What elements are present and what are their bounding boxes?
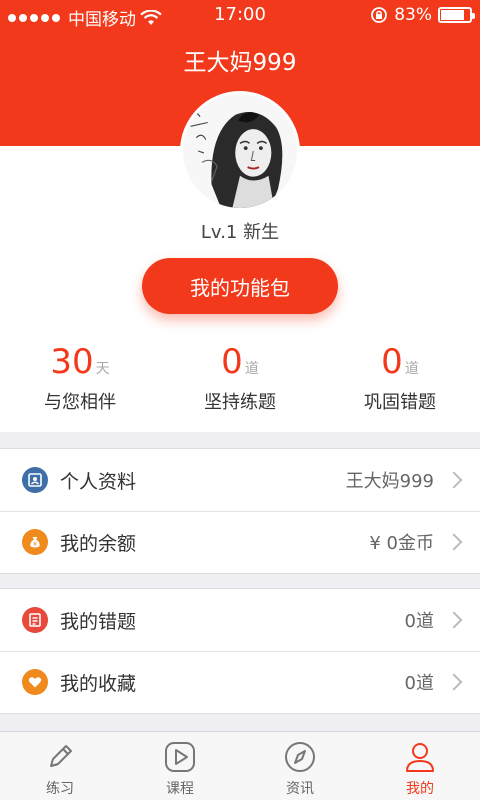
stat-unit: 道 — [404, 361, 419, 377]
menu-item-value: 王大妈999 — [345, 471, 434, 492]
menu-item-value: 0道 — [404, 611, 434, 632]
chevron-right-icon — [445, 673, 463, 691]
menu-item-value: 0道 — [404, 673, 434, 694]
battery-fill — [441, 10, 465, 20]
avatar-sketch-image — [183, 94, 297, 208]
tab-label: 课程 — [166, 781, 194, 797]
tab-label: 我的 — [406, 781, 434, 797]
wrong-question-icon — [22, 607, 48, 633]
tab-courses[interactable]: 课程 — [120, 732, 240, 800]
tab-label: 练习 — [46, 781, 74, 797]
menu-item-wrong-questions[interactable]: 我的错题 0道 — [0, 589, 480, 651]
chevron-right-icon — [445, 611, 463, 629]
person-icon — [406, 743, 434, 772]
stat-label: 巩固错题 — [364, 392, 436, 413]
stat-label: 坚持练题 — [204, 392, 276, 413]
menu-item-balance[interactable]: ¥ 我的余额 ¥ 0金币 — [0, 511, 480, 573]
stat-unit: 天 — [95, 361, 110, 377]
pencil-icon — [50, 745, 72, 767]
svg-text:¥: ¥ — [33, 541, 37, 548]
money-bag-icon: ¥ — [22, 529, 48, 555]
chevron-right-icon — [445, 533, 463, 551]
page-title: 王大妈999 — [183, 50, 297, 76]
rotation-lock-icon — [371, 7, 388, 23]
menu-item-label: 我的收藏 — [60, 672, 137, 695]
menu-item-favorites[interactable]: 我的收藏 0道 — [0, 651, 480, 713]
profile-card-icon — [22, 467, 48, 493]
stat-practice: 0道 坚持练题 — [160, 342, 320, 414]
stat-unit: 道 — [244, 361, 259, 377]
avatar[interactable] — [180, 91, 300, 211]
menu-item-label: 我的错题 — [60, 610, 137, 633]
chevron-right-icon — [445, 471, 463, 489]
tab-bar: 练习 课程 资讯 我的 — [0, 731, 480, 800]
stat-value: 30 — [50, 342, 94, 382]
tab-news[interactable]: 资讯 — [240, 732, 360, 800]
status-right: 83% — [370, 5, 475, 25]
menu-item-label: 我的余额 — [60, 532, 137, 555]
stat-value: 0 — [381, 342, 403, 382]
stat-days: 30 天 与您相伴 — [0, 342, 160, 414]
battery-icon — [438, 7, 475, 23]
play-icon — [165, 742, 195, 772]
status-bar: 中国移动 17:00 83% — [0, 0, 480, 30]
function-pack-button[interactable]: 我的功能包 — [142, 258, 338, 314]
level-label: Lv.1 新生 — [200, 222, 280, 243]
compass-icon — [285, 742, 315, 772]
tab-label: 资讯 — [286, 781, 314, 797]
stat-label: 与您相伴 — [44, 392, 116, 413]
stats-row: 30 天 与您相伴 0道 坚持练题 0道 巩固错题 — [0, 342, 480, 414]
menu-item-value: ¥ 0金币 — [369, 533, 434, 554]
stat-review: 0道 巩固错题 — [320, 342, 480, 414]
stat-value: 0 — [221, 342, 243, 382]
menu-group-account: 个人资料 王大妈999 ¥ 我的余额 ¥ 0金币 — [0, 448, 480, 574]
battery-percent: 83% — [394, 5, 432, 25]
tab-practice[interactable]: 练习 — [0, 732, 120, 800]
tab-mine[interactable]: 我的 — [360, 732, 480, 800]
menu-group-questions: 我的错题 0道 我的收藏 0道 — [0, 588, 480, 714]
menu-item-label: 个人资料 — [60, 470, 137, 493]
menu-item-profile[interactable]: 个人资料 王大妈999 — [0, 449, 480, 511]
heart-icon — [22, 669, 48, 695]
